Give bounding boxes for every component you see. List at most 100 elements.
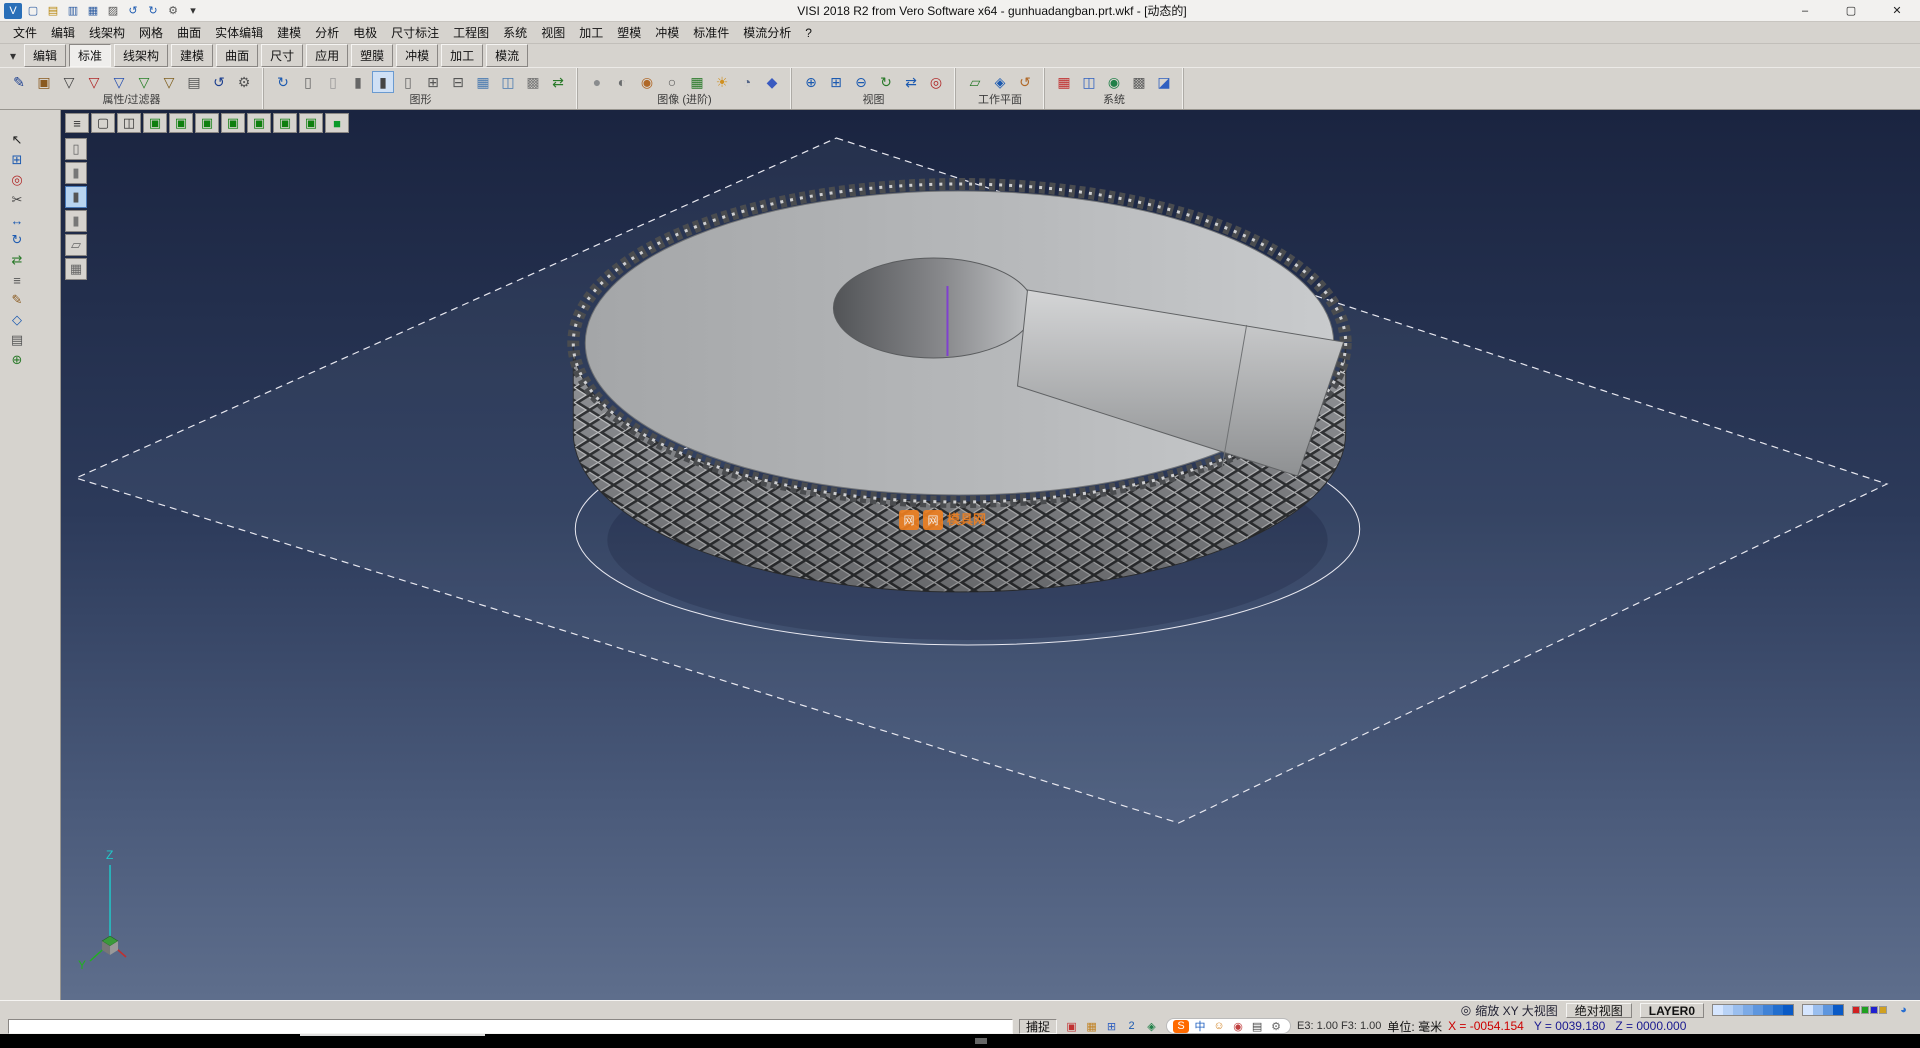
- menu-standard-parts[interactable]: 标准件: [686, 22, 736, 43]
- measure-icon[interactable]: ◎: [6, 170, 28, 190]
- clip-y-icon[interactable]: ▮: [65, 186, 87, 208]
- menu-die[interactable]: 冲模: [648, 22, 686, 43]
- trim-icon[interactable]: ✂: [6, 190, 28, 210]
- hide-entities-icon[interactable]: ▯: [322, 71, 344, 93]
- save-all-icon[interactable]: ▦: [84, 3, 102, 19]
- redraw-icon[interactable]: ↻: [272, 71, 294, 93]
- clip-x-icon[interactable]: ▮: [65, 162, 87, 184]
- sheet-view-icon[interactable]: ▢: [91, 113, 115, 133]
- maximize-button[interactable]: ▢: [1828, 0, 1874, 22]
- entity-info-icon[interactable]: ▩: [522, 71, 544, 93]
- menu-machining[interactable]: 加工: [572, 22, 610, 43]
- clip-view-icon[interactable]: ◫: [497, 71, 519, 93]
- render-progress-icon[interactable]: ◕: [1895, 1003, 1912, 1018]
- tab-die[interactable]: 冲模: [396, 44, 438, 67]
- filter-solids-icon[interactable]: ▽: [158, 71, 180, 93]
- dynamic-view-icon[interactable]: ↻: [875, 71, 897, 93]
- left-view-icon[interactable]: ▣: [247, 113, 271, 133]
- move-icon[interactable]: ↔: [6, 210, 28, 230]
- snap-icon[interactable]: ⊕: [6, 350, 28, 370]
- layer-button[interactable]: LAYER0: [1640, 1003, 1704, 1018]
- layer-manager-icon[interactable]: ▦: [472, 71, 494, 93]
- zoom-previous-icon[interactable]: ⊖: [850, 71, 872, 93]
- snap-toggle[interactable]: 捕捉: [1019, 1019, 1057, 1034]
- globe-icon[interactable]: ◉: [1103, 71, 1125, 93]
- center-view-icon[interactable]: ◎: [925, 71, 947, 93]
- transparency-icon[interactable]: ◔: [736, 71, 758, 93]
- tab-machining[interactable]: 加工: [441, 44, 483, 67]
- show-all-icon[interactable]: ▮: [347, 71, 369, 93]
- zoom-window-icon[interactable]: ⊞: [825, 71, 847, 93]
- workplane-align-icon[interactable]: ◈: [989, 71, 1011, 93]
- menu-mold[interactable]: 塑模: [610, 22, 648, 43]
- front-view-icon[interactable]: ▣: [169, 113, 193, 133]
- undo-icon[interactable]: ↺: [124, 3, 142, 19]
- offset-icon[interactable]: ≡: [6, 270, 28, 290]
- sogou-icon[interactable]: S: [1173, 1020, 1189, 1033]
- clip-plane-icon[interactable]: ▱: [65, 234, 87, 256]
- ime-lang-icon[interactable]: 中: [1192, 1020, 1208, 1033]
- clip-z-icon[interactable]: ▮: [65, 210, 87, 232]
- modify-attributes-icon[interactable]: ✎: [8, 71, 30, 93]
- lock-status-icon[interactable]: ▣: [1063, 1019, 1080, 1034]
- filter-layers-icon[interactable]: ▤: [183, 71, 205, 93]
- minimize-button[interactable]: –: [1782, 0, 1828, 22]
- tab-modeling[interactable]: 建模: [171, 44, 213, 67]
- depth-scale-bar[interactable]: [1712, 1004, 1794, 1016]
- menu-analysis[interactable]: 分析: [308, 22, 346, 43]
- filter-options-icon[interactable]: ⚙: [233, 71, 255, 93]
- bottom-view-icon[interactable]: ▣: [299, 113, 323, 133]
- sketch-icon[interactable]: ✎: [6, 290, 28, 310]
- ortho-status-icon[interactable]: ⊞: [1103, 1019, 1120, 1034]
- layers-icon[interactable]: ▤: [6, 330, 28, 350]
- filter-all-icon[interactable]: ▽: [58, 71, 80, 93]
- clip-box-icon[interactable]: ▦: [65, 258, 87, 280]
- tab-mold[interactable]: 塑膜: [351, 44, 393, 67]
- zoom-box-icon[interactable]: ⊞: [6, 150, 28, 170]
- menu-system[interactable]: 系统: [496, 22, 534, 43]
- tab-surface[interactable]: 曲面: [216, 44, 258, 67]
- menu-help[interactable]: ?: [798, 24, 819, 42]
- wireframe-solid-icon[interactable]: ▯: [397, 71, 419, 93]
- select-icon[interactable]: ↖: [6, 130, 28, 150]
- settings-icon[interactable]: ⚙: [164, 3, 182, 19]
- ime-toolbox-icon[interactable]: ⚙: [1268, 1020, 1284, 1033]
- grid-settings-icon[interactable]: ▩: [1128, 71, 1150, 93]
- tab-edit[interactable]: 编辑: [24, 44, 66, 67]
- tab-flow[interactable]: 模流: [486, 44, 528, 67]
- menu-drawing[interactable]: 工程图: [446, 22, 496, 43]
- new-file-icon[interactable]: ▢: [24, 3, 42, 19]
- menu-edit[interactable]: 编辑: [44, 22, 82, 43]
- tab-wireframe[interactable]: 线架构: [114, 44, 168, 67]
- shaded-mode-icon[interactable]: ●: [586, 71, 608, 93]
- display-settings-icon[interactable]: ◫: [1078, 71, 1100, 93]
- menu-file[interactable]: 文件: [6, 22, 44, 43]
- help-badge-icon[interactable]: 2: [1123, 1019, 1140, 1034]
- pan-view-icon[interactable]: ⇄: [900, 71, 922, 93]
- tab-application[interactable]: 应用: [306, 44, 348, 67]
- close-button[interactable]: ✕: [1874, 0, 1920, 22]
- show-entities-icon[interactable]: ▯: [297, 71, 319, 93]
- hide-box-icon[interactable]: ⊟: [447, 71, 469, 93]
- mini-color-palette[interactable]: [1852, 1006, 1887, 1014]
- shaded-edges-icon[interactable]: ◐: [611, 71, 633, 93]
- workplane-create-icon[interactable]: ▱: [964, 71, 986, 93]
- texture-mode-icon[interactable]: ▦: [686, 71, 708, 93]
- osnap-status-icon[interactable]: ◈: [1143, 1019, 1160, 1034]
- menu-dimension[interactable]: 尺寸标注: [384, 22, 446, 43]
- rotate-icon[interactable]: ↻: [6, 230, 28, 250]
- filter-surfaces-icon[interactable]: ▽: [133, 71, 155, 93]
- color-palette-icon[interactable]: ▦: [1053, 71, 1075, 93]
- mirror-icon[interactable]: ⇄: [6, 250, 28, 270]
- menu-mesh[interactable]: 网格: [132, 22, 170, 43]
- ime-emoji-icon[interactable]: ☺: [1211, 1020, 1227, 1033]
- tab-dimension[interactable]: 尺寸: [261, 44, 303, 67]
- filter-reset-icon[interactable]: ↺: [208, 71, 230, 93]
- split-view-icon[interactable]: ◫: [117, 113, 141, 133]
- filter-curves-icon[interactable]: ▽: [108, 71, 130, 93]
- lighting-icon[interactable]: ☀: [711, 71, 733, 93]
- link-view-icon[interactable]: ⇄: [547, 71, 569, 93]
- shade-solid-icon[interactable]: ▮: [372, 71, 394, 93]
- grid-status-icon[interactable]: ▦: [1083, 1019, 1100, 1034]
- tabbar-dropdown-icon[interactable]: ▾: [5, 49, 21, 63]
